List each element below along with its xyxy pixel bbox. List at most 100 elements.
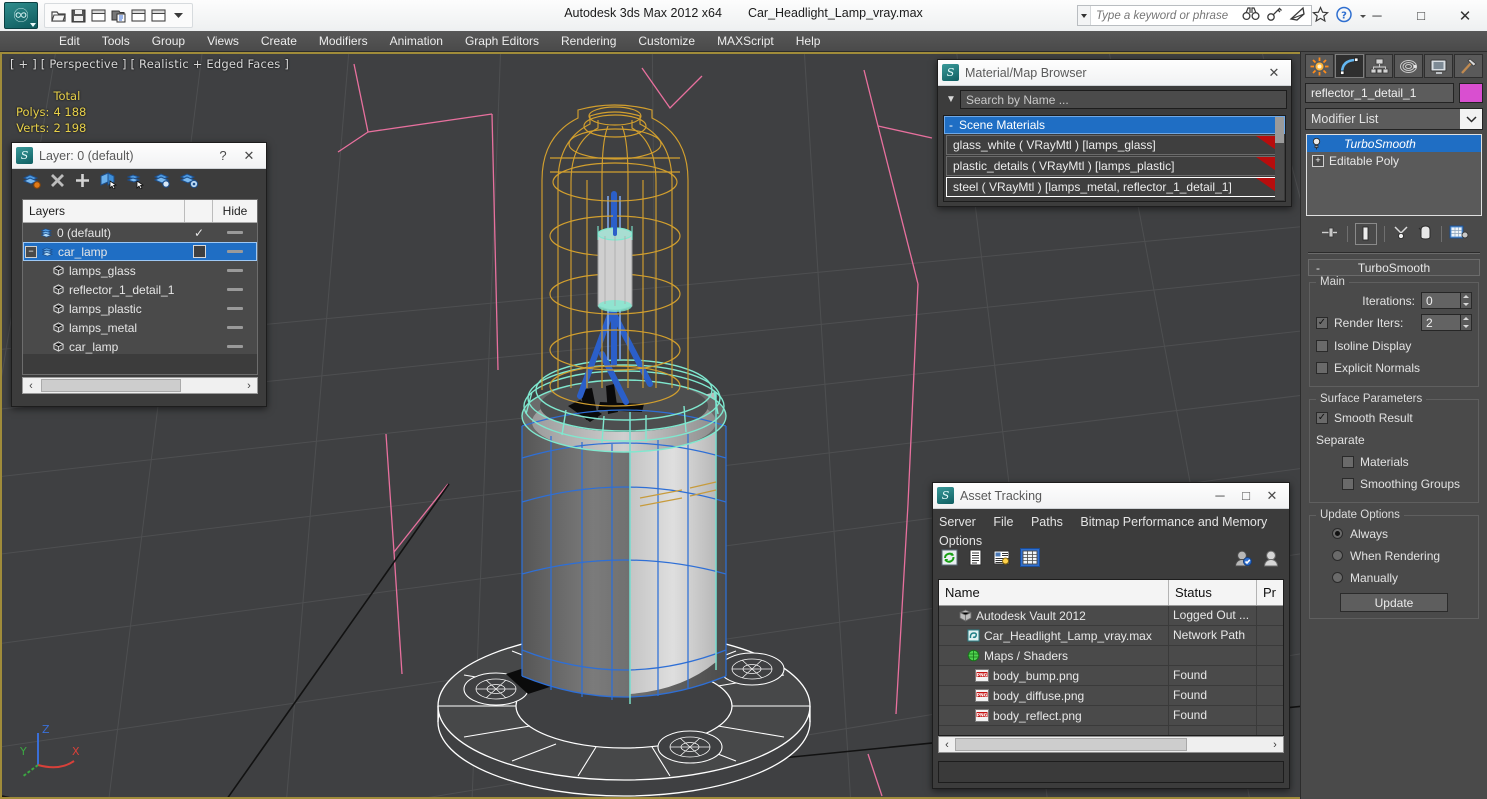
material-row-plastic-details[interactable]: plastic_details ( VRayMtl ) [lamps_plast… [946,156,1283,176]
asset-menu-paths[interactable]: Paths [1031,513,1063,532]
asset-row-body-diffuse[interactable]: PNG body_diffuse.png Found [939,686,1283,706]
undo-icon[interactable] [90,7,107,24]
asset-column-name[interactable]: Name [939,580,1169,605]
isoline-display-checkbox[interactable] [1316,339,1328,352]
asset-close-button[interactable]: ✕ [1259,484,1285,508]
isoline-display-row[interactable]: Isoline Display [1316,336,1472,355]
layer-hide-toggle[interactable] [213,269,257,272]
menu-rendering[interactable]: Rendering [550,31,627,52]
save-file-icon[interactable] [70,7,87,24]
menu-help[interactable]: Help [785,31,832,52]
material-row-steel[interactable]: steel ( VRayMtl ) [lamps_metal, reflecto… [946,177,1283,197]
layer-expand-toggle[interactable]: − [25,245,37,258]
menu-edit[interactable]: Edit [48,31,91,52]
layer-scroll-right-button[interactable]: › [241,378,257,393]
layer-horizontal-scrollbar[interactable]: ‹ › [22,377,258,394]
add-selection-to-layer-icon[interactable] [74,172,91,192]
asset-row-vault[interactable]: Autodesk Vault 2012 Logged Out ... [939,606,1283,626]
check-in-icon[interactable] [1233,549,1252,570]
pin-stack-icon[interactable] [1320,224,1340,244]
editable-poly-expand-toggle[interactable]: + [1312,154,1324,167]
object-name-field[interactable]: reflector_1_detail_1 [1305,83,1454,103]
layer-active-check[interactable]: ✓ [185,226,213,240]
layer-object-reflector[interactable]: reflector_1_detail_1 [23,280,257,299]
material-browser-options-icon[interactable]: ▼ [942,94,960,105]
separate-smoothing-groups-checkbox[interactable] [1342,477,1354,490]
render-iters-input[interactable]: 2 [1421,314,1461,331]
asset-row-body-reflect[interactable]: PNG body_reflect.png Found [939,706,1283,726]
modify-tab[interactable] [1334,54,1364,78]
layer-hide-toggle[interactable] [213,250,257,253]
grid-view-icon[interactable] [1020,548,1040,570]
separate-smoothing-groups-row[interactable]: Smoothing Groups [1316,474,1472,493]
layer-object-car-lamp[interactable]: car_lamp [23,337,257,354]
delete-layer-icon[interactable] [49,172,66,192]
material-search-input[interactable]: Search by Name ... [960,90,1287,109]
modifier-stack-item-turbosmooth[interactable]: TurboSmooth [1307,135,1481,152]
layer-object-lamps-metal[interactable]: lamps_metal [23,318,257,337]
maximize-button[interactable]: □ [1399,0,1443,31]
key-icon[interactable] [1266,6,1283,25]
material-browser-close-button[interactable]: ✕ [1261,61,1287,85]
asset-row-body-bump[interactable]: PNG body_bump.png Found [939,666,1283,686]
modifier-stack[interactable]: TurboSmooth + Editable Poly [1306,134,1482,216]
asset-tracking-title-bar[interactable]: Asset Tracking ─ □ ✕ [933,483,1289,509]
hierarchy-tab[interactable] [1364,54,1394,78]
redo-icon[interactable] [110,7,127,24]
material-scroll-thumb[interactable] [1275,117,1284,143]
highlight-selected-layer-icon[interactable] [153,172,172,192]
menu-animation[interactable]: Animation [379,31,454,52]
turbosmooth-rollout-header[interactable]: - TurboSmooth [1308,259,1480,276]
utilities-tab[interactable] [1454,54,1483,78]
update-when-rendering-row[interactable]: When Rendering [1316,546,1472,565]
open-file-icon[interactable] [50,7,67,24]
star-icon[interactable] [1311,6,1330,25]
iterations-input[interactable]: 0 [1421,292,1461,309]
layer-hide-toggle[interactable] [213,326,257,329]
new-layer-icon[interactable] [22,172,41,192]
menu-create[interactable]: Create [250,31,308,52]
menu-views[interactable]: Views [196,31,250,52]
asset-menu-bitmap-performance[interactable]: Bitmap Performance and Memory [1080,513,1267,532]
display-tab[interactable] [1424,54,1454,78]
check-out-icon[interactable] [1262,549,1281,570]
explicit-normals-row[interactable]: Explicit Normals [1316,358,1472,377]
menu-modifiers[interactable]: Modifiers [308,31,379,52]
asset-menu-file[interactable]: File [993,513,1013,532]
set-project-folder-icon[interactable] [130,7,147,24]
qat-overflow-icon[interactable] [170,7,187,24]
show-end-result-icon[interactable] [1354,222,1377,245]
asset-menu-server[interactable]: Server [939,513,976,532]
layer-hide-toggle[interactable] [213,231,257,234]
list-view-icon[interactable] [968,549,983,569]
help-icon[interactable]: ? [1335,6,1353,26]
chevron-down-icon[interactable] [1460,109,1482,129]
asset-horizontal-scrollbar[interactable]: ‹ › [938,736,1284,753]
layer-hide-toggle[interactable] [213,307,257,310]
update-button[interactable]: Update [1340,593,1448,612]
detail-view-icon[interactable] [993,549,1010,569]
asset-scroll-right-button[interactable]: › [1267,739,1283,751]
menu-group[interactable]: Group [141,31,196,52]
layer-window-title-bar[interactable]: Layer: 0 (default) ? ✕ [12,143,266,169]
menu-maxscript[interactable]: MAXScript [706,31,785,52]
configure-modifier-sets-icon[interactable] [1449,224,1469,244]
layer-object-lamps-plastic[interactable]: lamps_plastic [23,299,257,318]
modifier-stack-item-editable-poly[interactable]: + Editable Poly [1307,152,1481,169]
menu-graph-editors[interactable]: Graph Editors [454,31,550,52]
new-scene-icon[interactable] [150,7,167,24]
update-manually-radio[interactable] [1332,572,1343,583]
layer-help-button[interactable]: ? [210,144,236,168]
binoculars-icon[interactable] [1242,6,1260,25]
object-color-swatch[interactable] [1459,83,1483,103]
lightbulb-icon[interactable] [1310,137,1323,150]
modifier-list-dropdown[interactable]: Modifier List [1305,108,1483,130]
layer-active-check[interactable] [185,245,213,258]
asset-row-max-file[interactable]: Car_Headlight_Lamp_vray.max Network Path [939,626,1283,646]
separate-materials-row[interactable]: Materials [1316,452,1472,471]
smooth-result-row[interactable]: ✓ Smooth Result [1316,408,1472,427]
layer-row-default[interactable]: 0 (default) ✓ [23,223,257,242]
iterations-spinner-arrows[interactable] [1461,292,1472,309]
layer-object-lamps-glass[interactable]: lamps_glass [23,261,257,280]
select-highlighted-objects-icon[interactable] [126,172,145,192]
